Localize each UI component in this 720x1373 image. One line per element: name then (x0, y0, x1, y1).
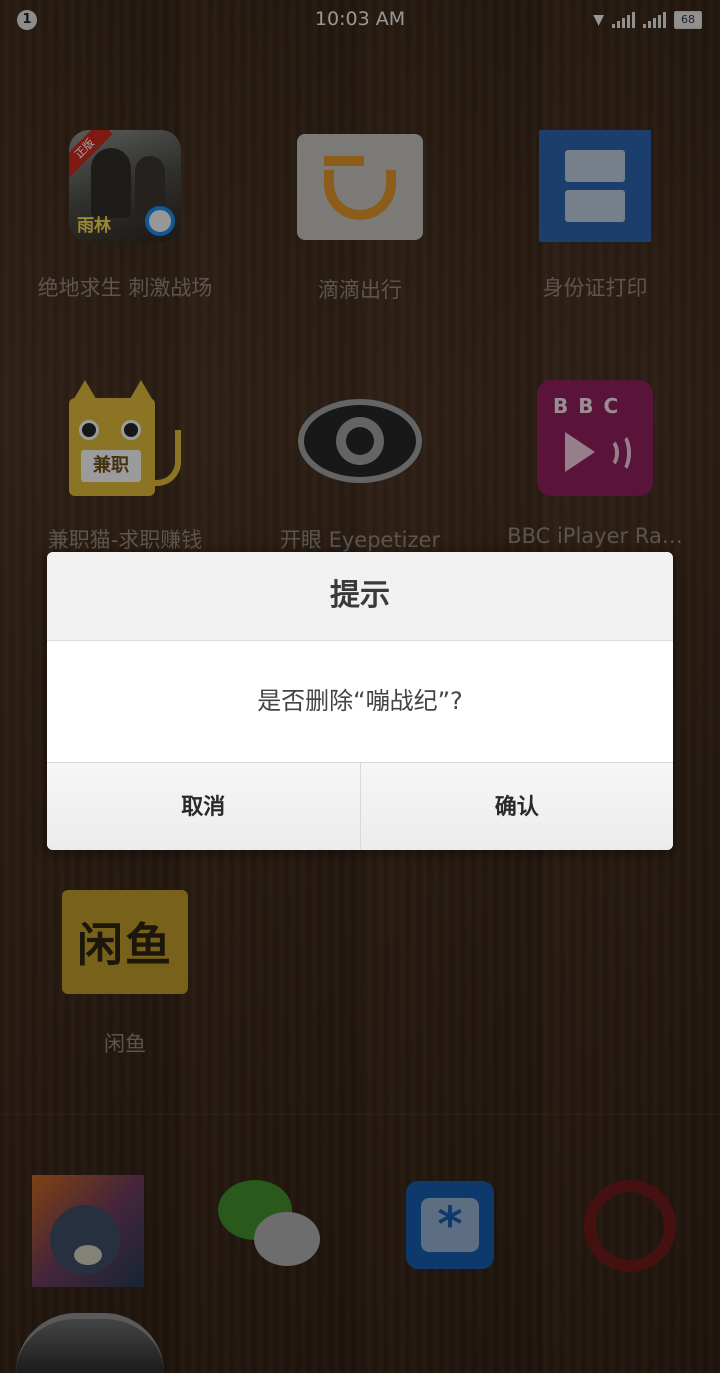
id-card-back (565, 190, 625, 222)
app-label: BBC iPlayer Ra… (507, 524, 683, 548)
jianzhimao-icon-text: 兼职 (81, 450, 141, 482)
didi-logo (324, 156, 396, 220)
app-label: 绝地求生 刺激战场 (37, 276, 213, 300)
app-xianyu[interactable]: 闲鱼 闲鱼 (15, 890, 235, 1058)
cat-mouth (74, 1245, 102, 1265)
bbc-logo: BBC (553, 394, 629, 418)
status-bar: 1 10:03 AM ▼ 68 (0, 0, 720, 40)
dock-app-quora[interactable] (584, 1180, 676, 1272)
app-label: 开眼 Eyepetizer (279, 528, 441, 552)
app-label: 闲鱼 (104, 1032, 146, 1056)
eye-iris (336, 417, 384, 465)
cat-tail (153, 430, 181, 486)
delete-confirm-dialog: 提示 是否删除“嘣战纪”? 取消 确认 (47, 552, 673, 850)
trash-bin-icon[interactable] (16, 1313, 164, 1373)
pubg-icon: 正版 雨林 (69, 130, 181, 242)
tim-icon: * (406, 1181, 494, 1269)
dock-app-tim[interactable]: * (406, 1181, 494, 1269)
tencent-game-icon (145, 206, 175, 236)
xianyu-icon: 闲鱼 (62, 890, 188, 994)
app-id-card-print[interactable]: 身份证打印 (485, 130, 705, 302)
eye-pupil (346, 427, 374, 455)
dock-app-tom-cat[interactable] (32, 1175, 144, 1287)
pubg-icon-text: 雨林 (77, 216, 111, 236)
pubg-soldier (91, 148, 131, 218)
chat-bubble (254, 1212, 320, 1266)
wifi-icon: ▼ (593, 12, 604, 28)
id-card-front (565, 150, 625, 182)
dock-divider (0, 1114, 720, 1115)
quora-icon (584, 1180, 676, 1272)
cancel-button[interactable]: 取消 (47, 763, 360, 850)
app-pubg[interactable]: 正版 雨林 绝地求生 刺激战场 (15, 130, 235, 302)
tom-cat-game-icon (32, 1175, 144, 1287)
app-didi[interactable]: 滴滴出行 (250, 134, 470, 304)
dialog-message: 是否删除“嘣战纪”? (47, 641, 673, 762)
radio-wave-icon (611, 433, 631, 473)
app-label: 兼职猫-求职赚钱 (47, 528, 203, 552)
confirm-button[interactable]: 确认 (359, 763, 674, 850)
app-jianzhimao[interactable]: 兼职 兼职猫-求职赚钱 (15, 380, 235, 554)
dock-app-wechat[interactable] (218, 1180, 322, 1272)
signal-icon-2 (643, 12, 666, 28)
tim-star: * (421, 1198, 479, 1252)
signal-icon (612, 12, 635, 28)
eye-outline (298, 399, 422, 483)
jianzhimao-icon: 兼职 (69, 380, 181, 496)
app-label: 滴滴出行 (318, 278, 402, 302)
app-label: 身份证打印 (542, 276, 648, 300)
wechat-icon (218, 1180, 322, 1272)
app-eyepetizer[interactable]: 开眼 Eyepetizer (250, 396, 470, 554)
didi-icon (297, 134, 423, 240)
id-card-icon (539, 130, 651, 242)
dialog-buttons: 取消 确认 (47, 762, 673, 850)
dialog-title: 提示 (47, 552, 673, 641)
cat-eye (121, 420, 141, 440)
cat-eye (79, 420, 99, 440)
play-icon (565, 432, 595, 472)
battery-icon: 68 (674, 11, 702, 29)
bbc-iplayer-icon: BBC (537, 380, 653, 496)
eye-icon (297, 396, 423, 486)
app-bbc-iplayer[interactable]: BBC BBC iPlayer Ra… (485, 380, 705, 548)
